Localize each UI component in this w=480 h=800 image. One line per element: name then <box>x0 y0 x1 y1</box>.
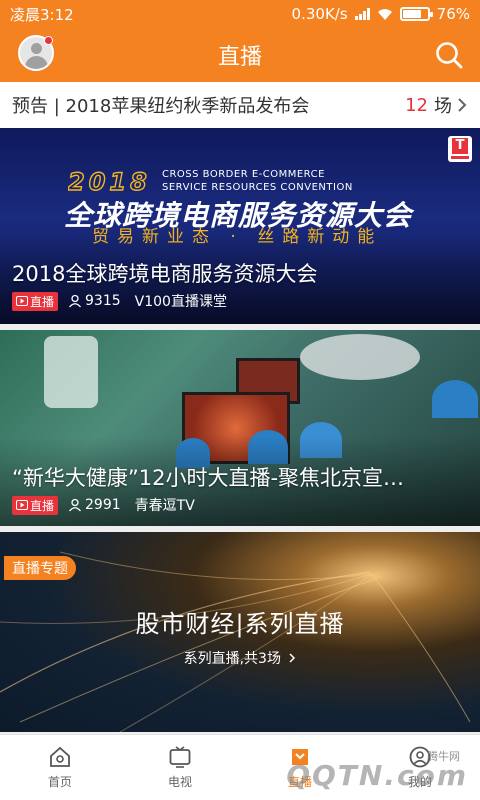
preview-unit: 场 <box>434 96 452 117</box>
svg-text:2018: 2018 <box>68 168 151 194</box>
channel-logo: T <box>448 136 472 162</box>
preview-text: 预告 | 2018苹果纽约秋季新品发布会 <box>12 96 310 117</box>
tab-home[interactable]: 首页 <box>0 735 120 800</box>
card-title: 2018全球跨境电商服务资源大会 <box>12 262 318 286</box>
card-title: “新华大健康”12小时大直播-聚焦北京宣… <box>12 466 405 490</box>
topic-subtitle: 系列直播,共3场 <box>0 648 480 668</box>
live-badge: 直播 <box>12 291 59 311</box>
wifi-icon <box>377 8 392 20</box>
card-meta: 直播 2991 青春逗TV <box>12 495 195 515</box>
person-icon <box>69 294 82 308</box>
notification-dot <box>44 36 53 45</box>
play-icon <box>16 296 28 306</box>
viewer-count: 9315 <box>68 293 121 309</box>
signal-icon <box>354 8 370 20</box>
viewer-count: 2991 <box>68 497 121 513</box>
live-badge: 直播 <box>12 495 59 515</box>
bottom-tab-bar: 首页 电视 直播 我的 腾牛网 QQTN.com <box>0 734 480 800</box>
person-icon <box>69 498 82 512</box>
tab-tv[interactable]: 电视 <box>120 735 240 800</box>
topic-title: 股市财经|系列直播 <box>135 610 345 638</box>
topic-tag: 直播专题 <box>4 556 76 580</box>
channel-name: V100直播课堂 <box>134 294 227 310</box>
play-icon <box>16 500 28 510</box>
search-icon[interactable] <box>434 40 464 70</box>
battery-icon <box>399 7 433 21</box>
status-bar: 凌晨3:12 0.30K/s 76% <box>0 0 480 28</box>
banner-year: 2018 <box>68 168 151 194</box>
live-card-1[interactable]: 2018 CROSS BORDER E-COMMERCE SERVICE RES… <box>0 128 480 324</box>
chevron-right-icon <box>458 98 467 112</box>
topic-card[interactable]: 直播专题 股市财经|系列直播 系列直播,共3场 <box>0 532 480 732</box>
battery-percent: 76% <box>436 5 470 23</box>
banner-en-text: CROSS BORDER E-COMMERCE SERVICE RESOURCE… <box>162 169 353 193</box>
channel-name: 青春逗TV <box>134 498 195 514</box>
card-meta: 直播 9315 V100直播课堂 <box>12 291 227 311</box>
app-bar: 直播 <box>0 28 480 82</box>
watermark: QQTN.com <box>286 759 468 792</box>
status-time: 凌晨3:12 <box>10 5 74 24</box>
home-icon <box>50 746 70 767</box>
preview-row[interactable]: 预告 | 2018苹果纽约秋季新品发布会 12 场 <box>0 82 480 128</box>
preview-count: 12 <box>405 94 428 116</box>
tv-icon <box>169 746 191 768</box>
live-card-2[interactable]: “新华大健康”12小时大直播-聚焦北京宣… 直播 2991 青春逗TV <box>0 330 480 526</box>
network-speed: 0.30K/s <box>291 5 348 23</box>
page-title: 直播 <box>217 45 262 70</box>
chevron-right-icon <box>289 653 296 663</box>
